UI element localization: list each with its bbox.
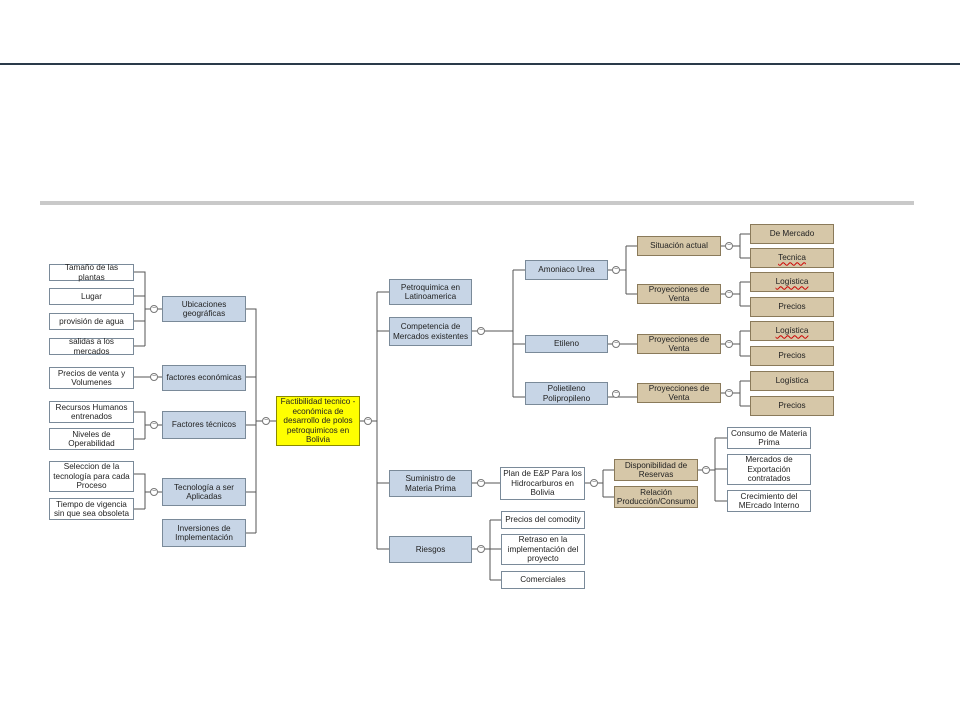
leaf-tiempo-vigencia: Tiempo de vigencia sin que sea obsoleta [49,498,134,520]
leaf-niveles-operabilidad: Niveles de Operabilidad [49,428,134,450]
node-factores-tecnicos[interactable]: Factores técnicos [162,411,246,439]
leaf-lugar: Lugar [49,288,134,305]
leaf-recursos-humanos: Recursos Humanos entrenados [49,401,134,423]
leaf-retraso-implementacion: Retraso en la implementación del proyect… [501,534,585,565]
leaf-crecimiento-mercado: Crecimiento del MErcado Interno [727,490,811,512]
collapse-toggle-icon[interactable]: − [150,373,158,381]
collapse-toggle-icon[interactable]: − [725,242,733,250]
collapse-toggle-icon[interactable]: − [477,327,485,335]
leaf-logistica: Logística [750,371,834,391]
node-suministro[interactable]: Suministro de Materia Prima [389,470,472,497]
node-plan-ep[interactable]: Plan de E&P Para los Hidrocarburos en Bo… [500,467,585,500]
collapse-toggle-icon[interactable]: − [364,417,372,425]
node-polietileno[interactable]: Polietileno Polipropileno [525,382,608,405]
collapse-toggle-icon[interactable]: − [150,305,158,313]
node-amoniaco-urea[interactable]: Amoniaco Urea [525,260,608,280]
leaf-precios-volumenes: Precios de venta y Volumenes [49,367,134,389]
node-proyecciones-etileno[interactable]: Proyecciones de Venta [637,334,721,354]
leaf-comerciales: Comerciales [501,571,585,589]
collapse-toggle-icon[interactable]: − [150,488,158,496]
collapse-toggle-icon[interactable]: − [612,340,620,348]
collapse-toggle-icon[interactable]: − [725,290,733,298]
node-disponibilidad-reservas[interactable]: Disponibilidad de Reservas [614,459,698,481]
leaf-tecnica: Tecnica [750,248,834,268]
collapse-toggle-icon[interactable]: − [612,390,620,398]
node-etileno[interactable]: Etileno [525,335,608,353]
collapse-toggle-icon[interactable]: − [477,545,485,553]
node-relacion-produccion: Relación Producción/Consumo [614,486,698,508]
node-situacion-actual[interactable]: Situación actual [637,236,721,256]
leaf-logistica: Logística [750,272,834,292]
node-tecnologia[interactable]: Tecnología a ser Aplicadas [162,478,246,506]
collapse-toggle-icon[interactable]: − [702,466,710,474]
collapse-toggle-icon[interactable]: − [725,389,733,397]
node-ubicaciones[interactable]: Ubicaciones geográficas [162,296,246,322]
node-riesgos[interactable]: Riesgos [389,536,472,563]
leaf-precios: Precios [750,396,834,416]
collapse-toggle-icon[interactable]: − [150,421,158,429]
leaf-logistica: Logística [750,321,834,341]
node-inversiones[interactable]: Inversiones de Implementación [162,519,246,547]
collapse-toggle-icon[interactable]: − [590,479,598,487]
leaf-salidas-mercados: salidas a los mercados [49,337,134,356]
leaf-precios: Precios [750,297,834,317]
leaf-de-mercado: De Mercado [750,224,834,244]
collapse-toggle-icon[interactable]: − [612,266,620,274]
leaf-precios: Precios [750,346,834,366]
node-proyecciones-amoniaco[interactable]: Proyecciones de Venta [637,284,721,304]
collapse-toggle-icon[interactable]: − [477,479,485,487]
leaf-tamano-plantas: Tamaño de las plantas [49,263,134,282]
collapse-toggle-icon[interactable]: − [262,417,270,425]
node-proyecciones-polietileno[interactable]: Proyecciones de Venta [637,383,721,403]
collapse-toggle-icon[interactable]: − [725,340,733,348]
node-petroquimica[interactable]: Petroquimica en Latinoamerica [389,279,472,305]
node-factores-economicos[interactable]: factores económicas [162,365,246,391]
leaf-precios-comodity: Precios del comodity [501,511,585,529]
root-node[interactable]: Factibilidad tecnico - económica de desa… [276,396,360,446]
leaf-seleccion-tecnologia: Seleccion de la tecnología para cada Pro… [49,461,134,492]
leaf-consumo-materia-prima: Consumo de Materia Prima [727,427,811,449]
node-competencia[interactable]: Competencia de Mercados existentes [389,317,472,346]
leaf-provision-agua: provisión de agua [49,313,134,330]
leaf-mercados-exportacion: Mercados de Exportación contratados [727,454,811,485]
